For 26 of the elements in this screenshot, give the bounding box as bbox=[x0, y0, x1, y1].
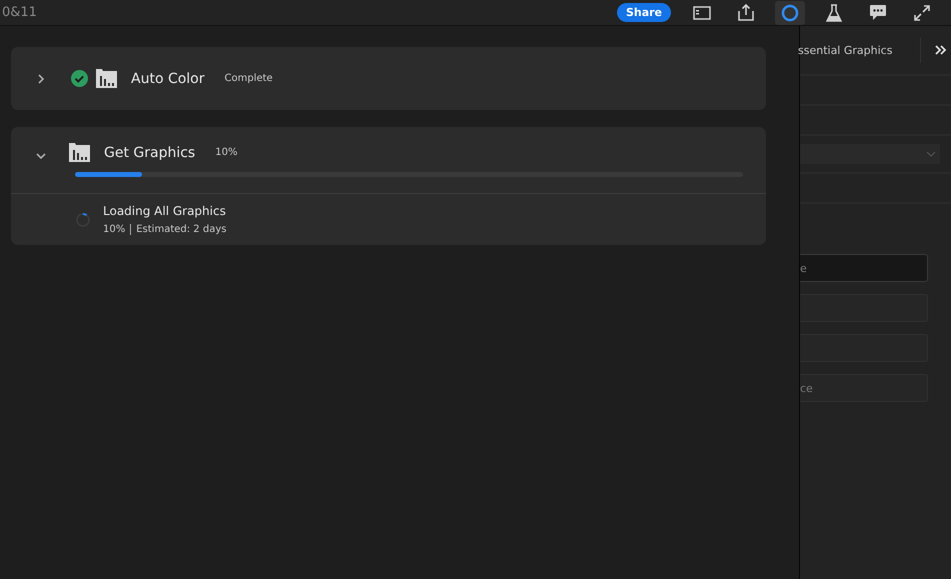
input-field[interactable] bbox=[800, 334, 928, 362]
folder-chart-icon bbox=[96, 69, 117, 88]
comment-icon bbox=[869, 4, 887, 21]
circle-icon bbox=[781, 4, 799, 22]
toolbar-button[interactable] bbox=[775, 0, 805, 24]
subtask-percent: 10% bbox=[103, 224, 126, 235]
double-chevron-icon[interactable] bbox=[935, 45, 947, 55]
input-field[interactable]: ce bbox=[800, 374, 928, 402]
expand-icon bbox=[914, 4, 930, 20]
panel-tab[interactable]: ssential Graphics bbox=[798, 38, 921, 62]
task-title: Auto Color bbox=[131, 70, 205, 86]
panel-icon bbox=[693, 6, 711, 20]
share-icon bbox=[738, 4, 754, 21]
task-status: Complete bbox=[224, 73, 273, 84]
input-field[interactable]: e bbox=[800, 254, 928, 282]
input-field[interactable] bbox=[800, 294, 928, 322]
subtask-estimate: Estimated: 2 days bbox=[136, 224, 226, 235]
flask-icon bbox=[826, 4, 842, 22]
share-button[interactable]: Share bbox=[616, 3, 671, 22]
subtask-title: Loading All Graphics bbox=[103, 204, 226, 218]
task-title: Get Graphics bbox=[104, 144, 196, 160]
caret-icon bbox=[926, 151, 936, 157]
window-title: 0&11 bbox=[2, 5, 37, 20]
check-icon bbox=[71, 70, 88, 87]
task-status: 10% bbox=[215, 147, 238, 158]
folder-chart-icon bbox=[69, 143, 90, 162]
